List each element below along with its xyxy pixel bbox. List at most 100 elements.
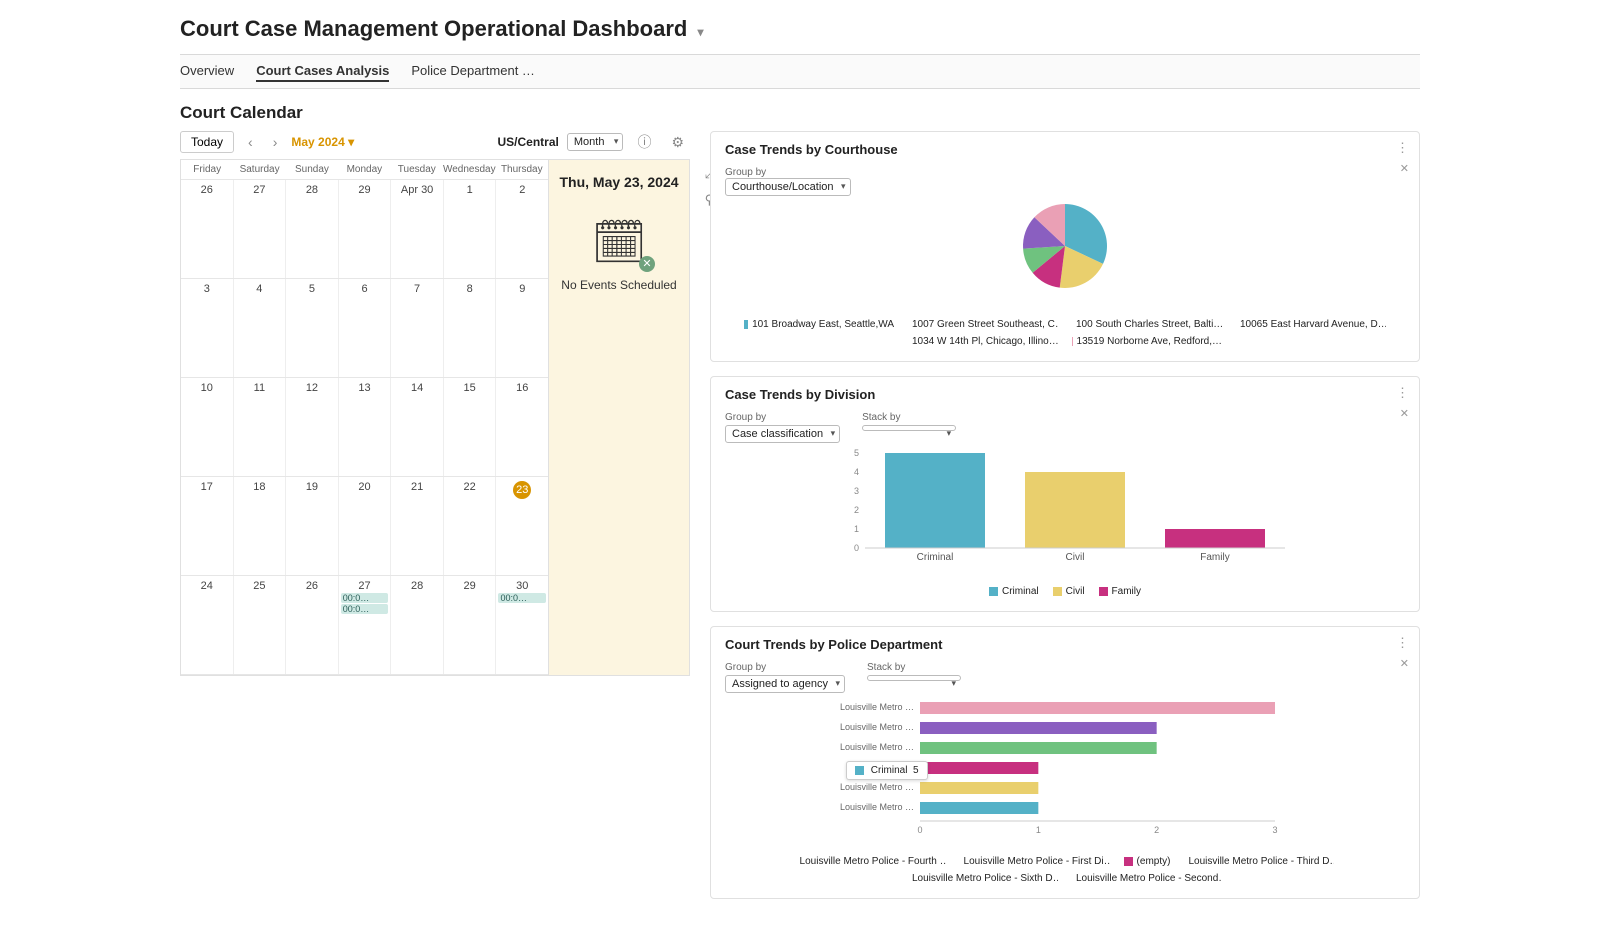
prev-button[interactable]: ‹ bbox=[242, 134, 259, 150]
next-button[interactable]: › bbox=[267, 134, 284, 150]
legend-item[interactable]: Louisville Metro Police - Third D… bbox=[1184, 856, 1334, 867]
calendar-cell[interactable]: 13 bbox=[339, 378, 392, 476]
calendar-cell[interactable]: 6 bbox=[339, 279, 392, 377]
legend-text: (empty) bbox=[1137, 856, 1171, 867]
info-icon[interactable]: ⓘ bbox=[631, 131, 657, 153]
legend-item[interactable]: (empty) bbox=[1124, 856, 1171, 867]
calendar-cell[interactable]: 26 bbox=[286, 576, 339, 674]
calendar-cell[interactable]: 11 bbox=[234, 378, 287, 476]
chart-legend: 101 Broadway East, Seattle,WA 1007 Green … bbox=[725, 319, 1405, 347]
calendar-cell[interactable]: 19 bbox=[286, 477, 339, 575]
group-by-select[interactable]: Courthouse/Location bbox=[725, 178, 851, 196]
calendar-cell[interactable]: 15 bbox=[444, 378, 497, 476]
calendar-cell[interactable]: 14 bbox=[391, 378, 444, 476]
calendar-cell[interactable]: 8 bbox=[444, 279, 497, 377]
calendar-cell[interactable]: 29 bbox=[339, 180, 392, 278]
calendar-event[interactable]: 00:0… bbox=[498, 593, 546, 603]
calendar-cell[interactable]: 16 bbox=[496, 378, 548, 476]
calendar-cell[interactable]: 9 bbox=[496, 279, 548, 377]
dow-header: Thursday bbox=[496, 160, 548, 179]
stack-by-select[interactable] bbox=[867, 675, 961, 681]
group-by-select[interactable]: Case classification bbox=[725, 425, 840, 443]
legend-item[interactable]: 10065 East Harvard Avenue, D… bbox=[1236, 319, 1386, 330]
chart-tooltip: Criminal 5 bbox=[846, 761, 928, 780]
stack-by-label: Stack by bbox=[867, 662, 961, 673]
tab-court-cases-analysis[interactable]: Court Cases Analysis bbox=[256, 61, 389, 82]
calendar-cell[interactable]: 12 bbox=[286, 378, 339, 476]
calendar-cell[interactable]: 23 bbox=[496, 477, 548, 575]
month-label: May 2024 bbox=[291, 135, 344, 149]
calendar-cell[interactable]: 1 bbox=[444, 180, 497, 278]
tab-overview[interactable]: Overview bbox=[180, 61, 234, 82]
legend-item[interactable]: Louisville Metro Police - First Di… bbox=[960, 856, 1110, 867]
date-number: 4 bbox=[234, 279, 286, 295]
legend-text: Criminal bbox=[1002, 586, 1039, 597]
legend-item[interactable]: 100 South Charles Street, Balti… bbox=[1072, 319, 1222, 330]
calendar-cell[interactable]: 17 bbox=[181, 477, 234, 575]
date-number: 9 bbox=[496, 279, 548, 295]
legend-item[interactable]: Louisville Metro Police - Fourth … bbox=[796, 856, 946, 867]
calendar-cell[interactable]: 10 bbox=[181, 378, 234, 476]
calendar-cell[interactable]: 7 bbox=[391, 279, 444, 377]
calendar-cell[interactable]: 29 bbox=[444, 576, 497, 674]
close-icon[interactable]: ✕ bbox=[1400, 162, 1409, 175]
date-number: 25 bbox=[234, 576, 286, 592]
menu-icon[interactable]: ⋮ bbox=[1396, 140, 1409, 156]
page-title: Court Case Management Operational Dashbo… bbox=[180, 10, 1420, 54]
gear-icon[interactable]: ⚙ bbox=[665, 133, 690, 152]
calendar-event[interactable]: 00:0… bbox=[341, 604, 389, 614]
calendar-cell[interactable]: 22 bbox=[444, 477, 497, 575]
calendar-cell[interactable]: 28 bbox=[391, 576, 444, 674]
calendar-cell[interactable]: 3 bbox=[181, 279, 234, 377]
month-picker[interactable]: May 2024 ▾ bbox=[291, 135, 354, 149]
tabs: Overview Court Cases Analysis Police Depar… bbox=[180, 54, 1420, 89]
calendar-event[interactable]: 00:0… bbox=[341, 593, 389, 603]
date-number: 29 bbox=[339, 180, 391, 196]
date-number: 8 bbox=[444, 279, 496, 295]
stack-by-select[interactable] bbox=[862, 425, 956, 431]
calendar-cell[interactable]: 18 bbox=[234, 477, 287, 575]
today-button[interactable]: Today bbox=[180, 131, 234, 153]
legend-item[interactable]: 1007 Green Street Southeast, C… bbox=[908, 319, 1058, 330]
menu-icon[interactable]: ⋮ bbox=[1396, 385, 1409, 401]
group-by-label: Group by bbox=[725, 167, 1405, 178]
calendar-cell[interactable]: 28 bbox=[286, 180, 339, 278]
svg-text:1: 1 bbox=[854, 524, 859, 534]
menu-icon[interactable]: ⋮ bbox=[1396, 635, 1409, 651]
svg-text:0: 0 bbox=[854, 543, 859, 553]
calendar-cell[interactable]: 25 bbox=[234, 576, 287, 674]
dow-header: Saturday bbox=[233, 160, 285, 179]
calendar-cell[interactable]: 2700:0…00:0… bbox=[339, 576, 392, 674]
legend-item[interactable]: Louisville Metro Police - Second… bbox=[1072, 873, 1222, 884]
legend-item[interactable]: 13519 Norborne Ave, Redford,… bbox=[1072, 336, 1222, 347]
legend-item[interactable]: 1034 W 14th Pl, Chicago, Illino… bbox=[908, 336, 1058, 347]
legend-item[interactable]: Louisville Metro Police - Sixth D… bbox=[908, 873, 1058, 884]
hbar-chart: Louisville Metro …Louisville Metro …Loui… bbox=[725, 693, 1405, 843]
calendar-cell[interactable]: 27 bbox=[234, 180, 287, 278]
calendar-cell[interactable]: 4 bbox=[234, 279, 287, 377]
calendar-cell[interactable]: Apr 30 bbox=[391, 180, 444, 278]
calendar-cell[interactable]: 2 bbox=[496, 180, 548, 278]
legend-item[interactable]: Family bbox=[1099, 586, 1141, 597]
svg-text:1: 1 bbox=[1036, 825, 1041, 835]
calendar-cell[interactable]: 26 bbox=[181, 180, 234, 278]
chevron-down-icon[interactable]: ▾ bbox=[697, 25, 703, 39]
tab-police-department-[interactable]: Police Department … bbox=[411, 61, 535, 82]
svg-text:5: 5 bbox=[854, 448, 859, 458]
legend-text: 10065 East Harvard Avenue, D… bbox=[1240, 319, 1386, 330]
calendar-cell[interactable]: 3000:0… bbox=[496, 576, 548, 674]
timezone-label: US/Central bbox=[498, 135, 559, 149]
legend-item[interactable]: Civil bbox=[1053, 586, 1085, 597]
calendar-cell[interactable]: 24 bbox=[181, 576, 234, 674]
group-by-select[interactable]: Assigned to agency bbox=[725, 675, 845, 693]
legend-item[interactable]: Criminal bbox=[989, 586, 1039, 597]
calendar-cell[interactable]: 20 bbox=[339, 477, 392, 575]
view-select[interactable]: Month bbox=[567, 133, 624, 151]
calendar-cell[interactable]: 5 bbox=[286, 279, 339, 377]
date-number: 11 bbox=[234, 378, 286, 394]
close-icon[interactable]: ✕ bbox=[1400, 407, 1409, 420]
close-icon[interactable]: ✕ bbox=[1400, 657, 1409, 670]
calendar-cell[interactable]: 21 bbox=[391, 477, 444, 575]
legend-text: Family bbox=[1112, 586, 1141, 597]
legend-item[interactable]: 101 Broadway East, Seattle,WA bbox=[744, 319, 894, 330]
